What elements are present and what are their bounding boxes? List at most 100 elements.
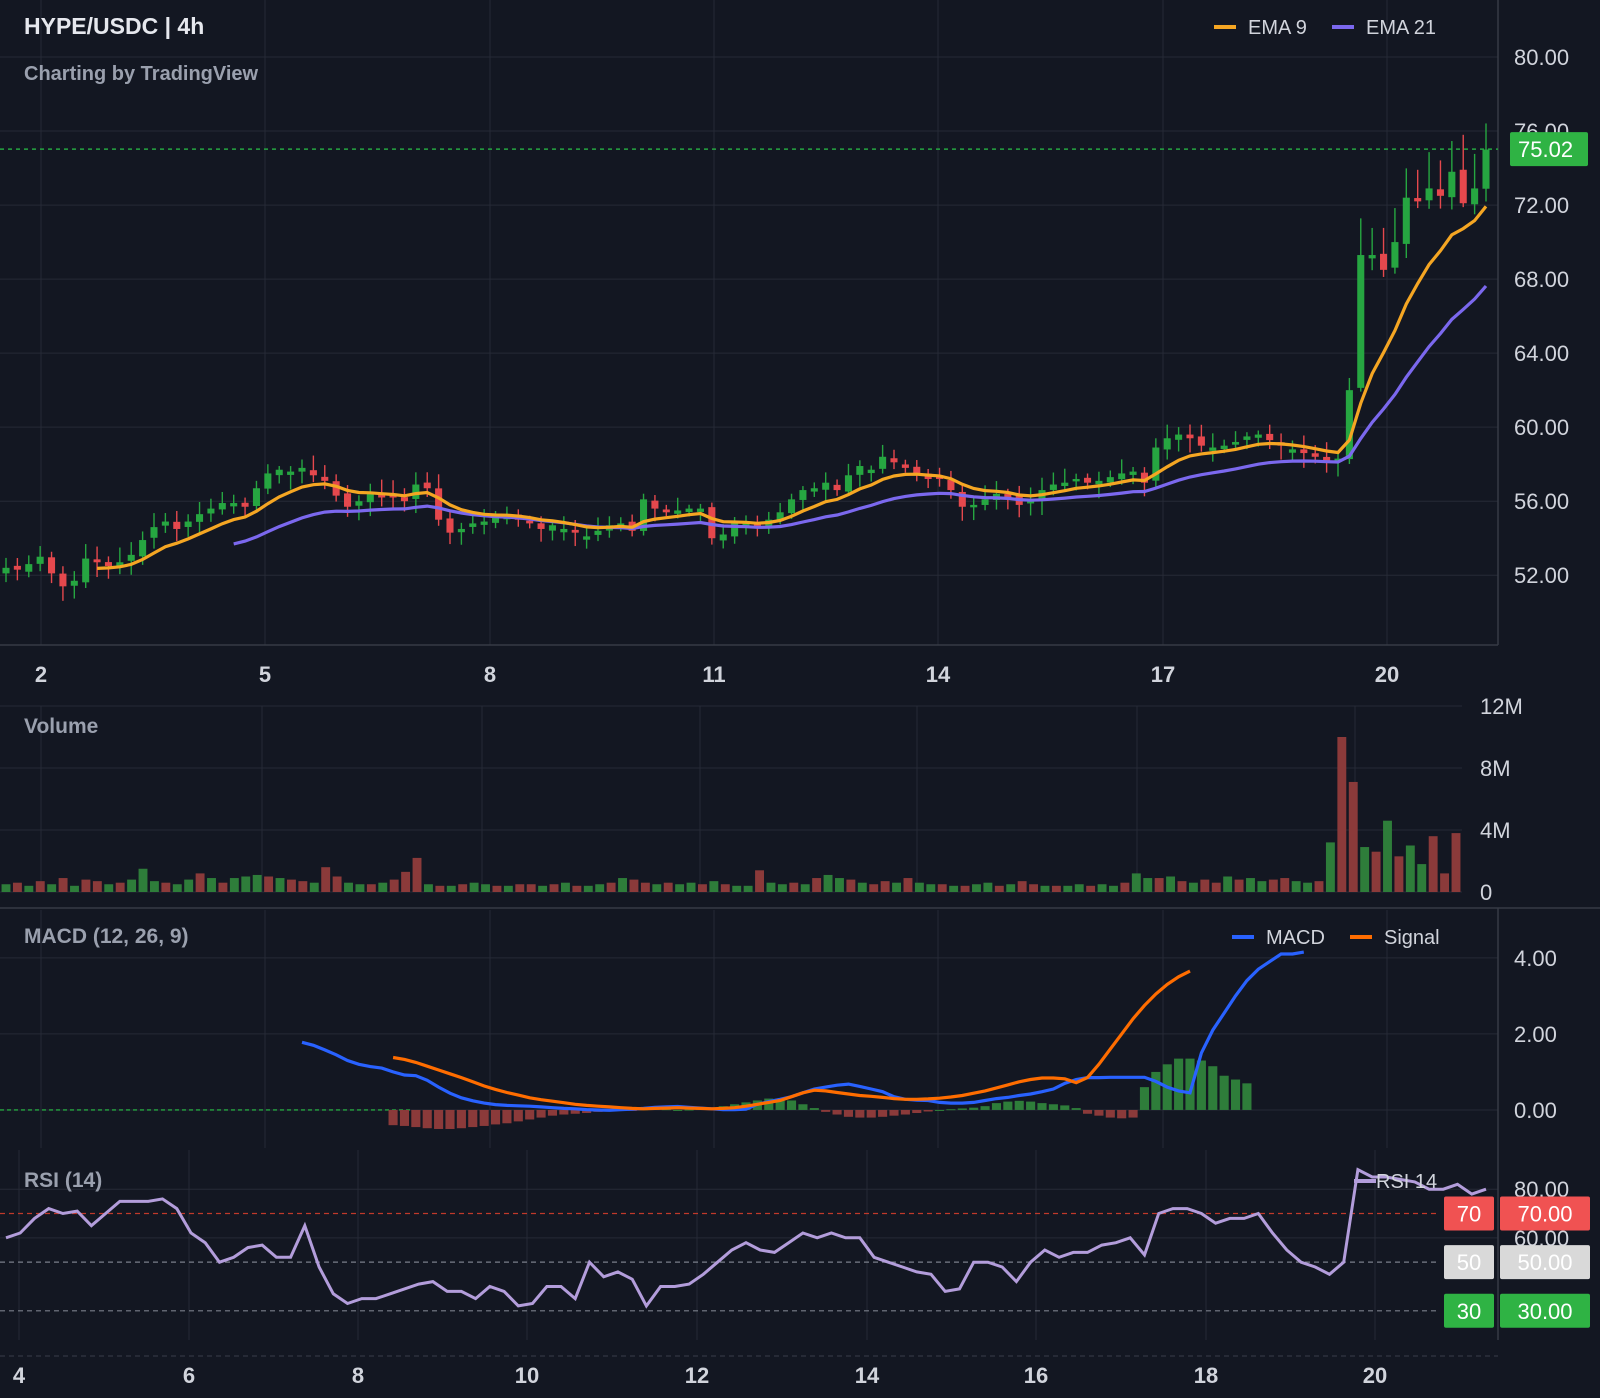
candle[interactable] — [1402, 168, 1410, 258]
volume-bar[interactable] — [1086, 885, 1096, 892]
volume-bar[interactable] — [1211, 882, 1221, 892]
volume-bar[interactable] — [423, 884, 433, 892]
volume-bar[interactable] — [104, 884, 114, 892]
candle[interactable] — [1459, 134, 1467, 208]
macd-histogram-bar[interactable] — [1014, 1100, 1024, 1110]
volume-bar[interactable] — [892, 882, 902, 892]
volume-bar[interactable] — [298, 881, 308, 892]
macd-histogram-bar[interactable] — [900, 1109, 910, 1115]
volume-bar[interactable] — [1074, 884, 1084, 892]
volume-bar[interactable] — [70, 885, 79, 892]
candle[interactable] — [1266, 424, 1274, 450]
macd-histogram-bar[interactable] — [547, 1109, 558, 1116]
volume-bar[interactable] — [698, 884, 707, 892]
trading-chart[interactable]: HYPE/USDC | 4h Charting by TradingView 8… — [0, 0, 1600, 1398]
price-legend[interactable]: EMA 9 EMA 21 — [1214, 17, 1436, 39]
volume-bar[interactable] — [366, 884, 376, 892]
macd-histogram-bar[interactable] — [422, 1109, 432, 1129]
macd-histogram-bar[interactable] — [866, 1109, 876, 1118]
volume-bar[interactable] — [1097, 884, 1107, 892]
volume-bar[interactable] — [435, 885, 445, 892]
candle[interactable] — [867, 465, 875, 482]
volume-bar[interactable] — [58, 878, 68, 892]
macd-histogram-bar[interactable] — [468, 1109, 478, 1128]
candle[interactable] — [161, 513, 169, 533]
volume-bar[interactable] — [1440, 873, 1450, 892]
macd-histogram-bar[interactable] — [479, 1109, 489, 1126]
macd-histogram-bar[interactable] — [411, 1109, 421, 1128]
candle[interactable] — [184, 514, 192, 537]
volume-bar[interactable] — [1143, 878, 1153, 892]
volume-bar[interactable] — [401, 871, 411, 892]
candle[interactable] — [207, 498, 215, 522]
volume-bar[interactable] — [606, 882, 616, 892]
macd-histogram-bar[interactable] — [969, 1107, 979, 1110]
volume-bar[interactable] — [1451, 833, 1461, 892]
volume-bar[interactable] — [1200, 879, 1210, 892]
volume-bar[interactable] — [732, 885, 742, 892]
volume-bar[interactable] — [812, 878, 822, 892]
volume-bar[interactable] — [321, 867, 331, 892]
volume-bar[interactable] — [1268, 879, 1278, 892]
volume-axis[interactable]: 12M 8M 4M 0 — [1480, 694, 1523, 905]
volume-bar[interactable] — [1006, 884, 1016, 892]
macd-histogram-bar[interactable] — [957, 1108, 967, 1110]
legend-item-ema-9[interactable]: EMA 9 — [1214, 17, 1307, 39]
volume-bar[interactable] — [800, 884, 810, 892]
volume-bar[interactable] — [846, 879, 856, 892]
macd-histogram-bar[interactable] — [434, 1109, 444, 1129]
macd-histogram-bar[interactable] — [1037, 1103, 1047, 1110]
candle[interactable] — [127, 542, 135, 575]
volume-bar[interactable] — [469, 882, 479, 892]
macd-histogram-bar[interactable] — [399, 1109, 410, 1126]
candle[interactable] — [970, 496, 978, 521]
macd-histogram-bar[interactable] — [1071, 1108, 1081, 1110]
volume-bar[interactable] — [344, 882, 353, 892]
macd-histogram-bar[interactable] — [889, 1109, 899, 1116]
macd-histogram-bar[interactable] — [855, 1109, 865, 1118]
volume-bar[interactable] — [1394, 856, 1404, 892]
volume-bar[interactable] — [515, 884, 525, 892]
volume-bar[interactable] — [1234, 879, 1244, 892]
macd-histogram-bar[interactable] — [991, 1103, 1002, 1110]
candle[interactable] — [1015, 485, 1023, 518]
candle[interactable] — [958, 484, 966, 521]
macd-histogram-bar[interactable] — [1094, 1109, 1104, 1116]
macd-histogram-bar[interactable] — [843, 1109, 854, 1117]
volume-bar[interactable] — [709, 881, 719, 892]
volume-bar[interactable] — [92, 881, 102, 892]
candle[interactable] — [1482, 123, 1490, 202]
volume-bar[interactable] — [161, 882, 171, 892]
volume-bar[interactable] — [972, 884, 981, 892]
volume-bar[interactable] — [115, 882, 125, 892]
volume-bar[interactable] — [1051, 885, 1061, 892]
volume-bars[interactable] — [1, 737, 1461, 893]
volume-bar[interactable] — [1188, 882, 1198, 892]
volume-bar[interactable] — [1360, 847, 1370, 892]
macd-axis[interactable]: 4.00 2.00 0.00 — [1514, 946, 1557, 1123]
macd-histogram-bar[interactable] — [1128, 1109, 1138, 1118]
volume-bar[interactable] — [903, 878, 913, 892]
macd-histogram-bar[interactable] — [502, 1109, 512, 1124]
volume-bar[interactable] — [378, 882, 388, 892]
volume-bar[interactable] — [560, 882, 570, 892]
volume-bar[interactable] — [172, 884, 182, 892]
volume-bar[interactable] — [595, 884, 605, 892]
volume-bar[interactable] — [1257, 881, 1267, 892]
volume-bar[interactable] — [686, 882, 696, 892]
volume-bar[interactable] — [229, 878, 239, 892]
candle[interactable] — [36, 546, 44, 572]
volume-bar[interactable] — [481, 884, 490, 892]
legend-item-signal[interactable]: Signal — [1350, 927, 1440, 949]
macd-histogram-bar[interactable] — [934, 1109, 945, 1111]
macd-histogram-bar[interactable] — [912, 1109, 922, 1114]
candle[interactable] — [1175, 427, 1183, 452]
macd-histogram-bar[interactable] — [388, 1109, 398, 1126]
candle[interactable] — [1300, 435, 1308, 468]
volume-bar[interactable] — [766, 882, 776, 892]
candle[interactable] — [82, 544, 90, 589]
volume-bar[interactable] — [503, 885, 513, 892]
volume-bar[interactable] — [926, 884, 936, 892]
volume-bar[interactable] — [1405, 845, 1415, 893]
volume-bar[interactable] — [446, 885, 456, 892]
